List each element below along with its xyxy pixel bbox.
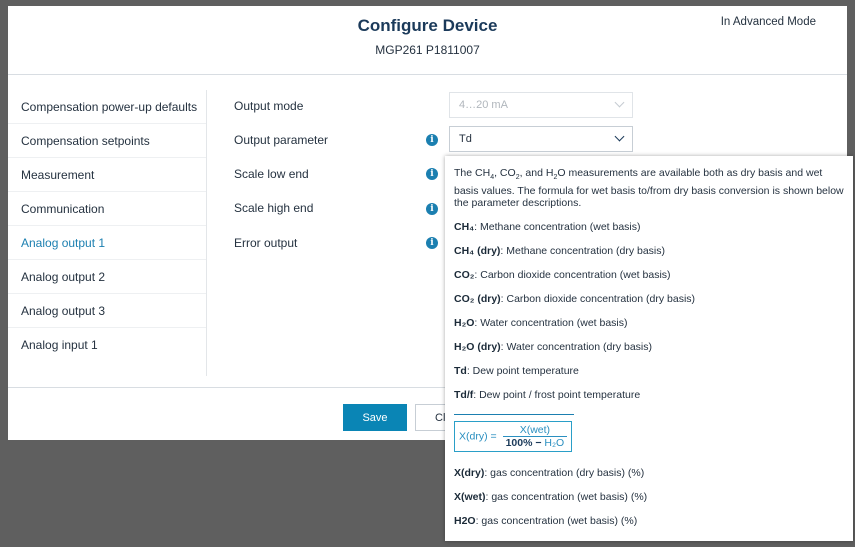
error-output-label: Error output	[234, 236, 298, 250]
parameter-info-popover: The CH4, CO2, and H2O measurements are a…	[445, 156, 853, 541]
sidebar-item-measurement[interactable]: Measurement	[8, 158, 206, 192]
output-mode-label: Output mode	[234, 99, 304, 113]
param-description: H₂O (dry): Water concentration (dry basi…	[454, 340, 653, 353]
info-icon[interactable]: i	[426, 168, 438, 180]
sidebar-item-analog-output-1[interactable]: Analog output 1	[8, 226, 206, 260]
variable-description: X(wet): gas concentration (wet basis) (%…	[454, 490, 648, 503]
param-description: CO₂ (dry): Carbon dioxide concentration …	[454, 292, 696, 305]
save-button[interactable]: Save	[343, 404, 407, 431]
param-description: Td/f: Dew point / frost point temperatur…	[454, 388, 641, 401]
param-description: CH₄ (dry): Methane concentration (dry ba…	[454, 244, 666, 257]
sidebar-item-communication[interactable]: Communication	[8, 192, 206, 226]
dialog-header: Configure Device MGP261 P1811007 In Adva…	[8, 6, 847, 75]
device-serial: MGP261 P1811007	[375, 43, 480, 57]
mode-indicator: In Advanced Mode	[720, 16, 816, 28]
output-parameter-select[interactable]: Td	[449, 126, 633, 152]
info-icon[interactable]: i	[426, 203, 438, 215]
scale-high-end-label: Scale high end	[234, 201, 314, 215]
conversion-formula: X(dry) = X(wet) 100% − H₂O	[454, 420, 573, 452]
sidebar-item-analog-input-1[interactable]: Analog input 1	[8, 328, 206, 362]
formula-divider	[454, 413, 574, 415]
variable-description: X(dry): gas concentration (dry basis) (%…	[454, 466, 645, 479]
settings-sidebar: Compensation power-up defaults Compensat…	[8, 90, 207, 376]
chevron-down-icon	[614, 131, 625, 142]
output-parameter-label: Output parameter	[234, 133, 329, 147]
param-description: CO₂: Carbon dioxide concentration (wet b…	[454, 268, 671, 281]
sidebar-item-analog-output-2[interactable]: Analog output 2	[8, 260, 206, 294]
sidebar-item-analog-output-3[interactable]: Analog output 3	[8, 294, 206, 328]
param-description: H₂O: Water concentration (wet basis)	[454, 316, 628, 329]
output-mode-value: 4…20 mA	[459, 99, 508, 111]
output-parameter-value: Td	[459, 133, 472, 145]
sidebar-item-compensation-setpoints[interactable]: Compensation setpoints	[8, 124, 206, 158]
popover-intro: The CH4, CO2, and H2O measurements are a…	[454, 167, 844, 210]
param-description: Td: Dew point temperature	[454, 364, 579, 377]
param-description: CH₄: Methane concentration (wet basis)	[454, 220, 641, 233]
info-icon[interactable]: i	[426, 134, 438, 146]
sidebar-item-compensation-power-up-defaults[interactable]: Compensation power-up defaults	[8, 90, 206, 124]
info-icon[interactable]: i	[426, 237, 438, 249]
variable-description: H2O: gas concentration (wet basis) (%)	[454, 514, 638, 527]
output-mode-select: 4…20 mA	[449, 92, 633, 118]
scale-low-end-label: Scale low end	[234, 167, 309, 181]
chevron-down-icon	[614, 97, 625, 108]
